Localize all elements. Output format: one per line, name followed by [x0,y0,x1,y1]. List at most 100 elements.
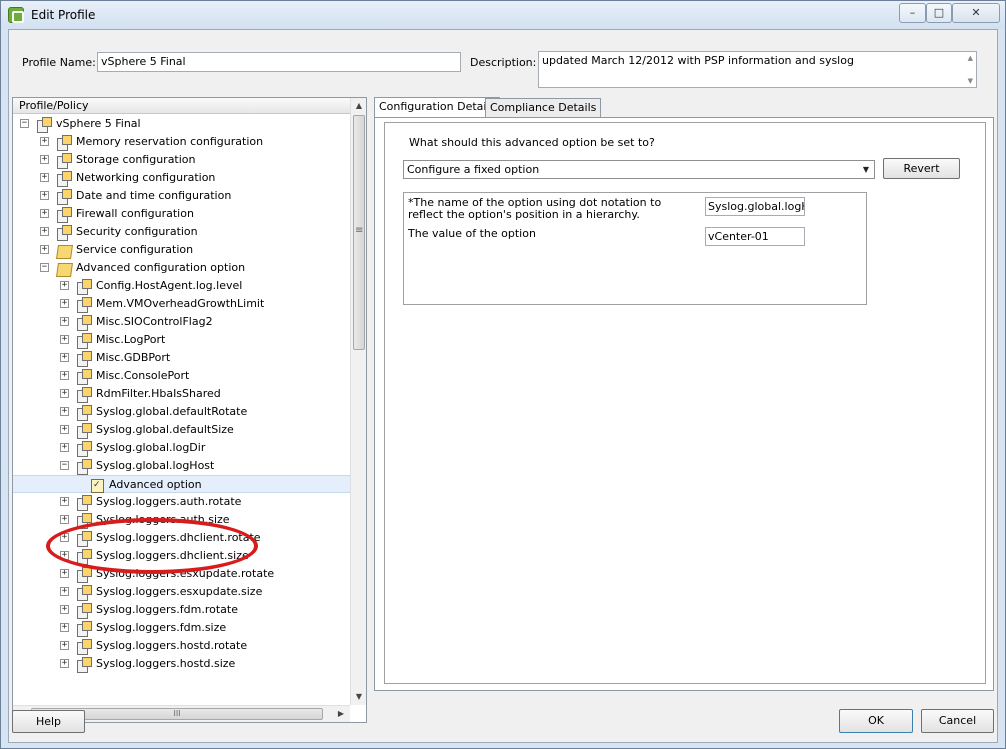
tree-column-header[interactable]: Profile/Policy [13,98,350,114]
expand-icon[interactable]: + [60,281,69,290]
tree-vertical-scrollbar[interactable]: ▲ ▼ [350,98,366,705]
expand-icon[interactable]: + [60,569,69,578]
expand-icon[interactable]: + [60,515,69,524]
tree-item[interactable]: + Storage configuration [13,151,350,169]
revert-button[interactable]: Revert [883,158,960,179]
profile-policy-icon [76,440,92,457]
tree-item[interactable]: + Service configuration [13,241,350,259]
tree-item[interactable]: − Syslog.global.logHost [13,457,350,475]
profile-name-input[interactable]: vSphere 5 Final [97,52,461,72]
tree-item[interactable]: + RdmFilter.HbaIsShared [13,385,350,403]
scroll-up-arrow-icon[interactable]: ▲ [351,98,367,114]
expand-icon[interactable]: + [60,353,69,362]
scroll-right-arrow-icon[interactable]: ▶ [333,706,349,722]
tree-item[interactable]: + Misc.ConsolePort [13,367,350,385]
tree-item[interactable]: + Syslog.loggers.dhclient.size [13,547,350,565]
option-type-select[interactable]: Configure a fixed option ▼ [403,160,875,179]
expand-icon[interactable]: + [60,299,69,308]
expand-icon[interactable]: + [60,497,69,506]
tree-item[interactable]: − vSphere 5 Final [13,115,350,133]
tree-item-label: Misc.LogPort [96,333,166,346]
vertical-scroll-thumb[interactable] [353,115,365,350]
tree-item[interactable]: + Misc.GDBPort [13,349,350,367]
help-button[interactable]: Help [12,710,85,733]
tab-configuration-details[interactable]: Configuration Details [374,97,501,118]
tree-item[interactable]: + Syslog.loggers.dhclient.rotate [13,529,350,547]
expand-icon[interactable]: + [60,641,69,650]
minimize-button[interactable]: – [899,3,926,23]
expand-icon[interactable]: + [60,335,69,344]
collapse-icon[interactable]: − [60,461,69,470]
scroll-down-arrow-icon[interactable]: ▼ [351,689,367,705]
chevron-down-icon[interactable]: ▼ [860,163,872,176]
tree-item[interactable]: + Firewall configuration [13,205,350,223]
tree-item[interactable]: + Syslog.loggers.auth.rotate [13,493,350,511]
tree-item[interactable]: + Security configuration [13,223,350,241]
tree-item[interactable]: + Syslog.global.defaultSize [13,421,350,439]
expand-icon[interactable]: + [40,245,49,254]
app-icon [8,7,24,23]
expand-icon[interactable]: + [60,389,69,398]
tree-item[interactable]: + Syslog.loggers.esxupdate.size [13,583,350,601]
tree-item[interactable]: − Advanced configuration option [13,259,350,277]
ok-button[interactable]: OK [839,709,913,733]
scroll-down-icon[interactable]: ▼ [968,77,973,85]
profile-policy-icon [76,350,92,367]
expand-icon[interactable]: + [60,659,69,668]
tree-item[interactable]: + Networking configuration [13,169,350,187]
expand-icon[interactable]: + [60,551,69,560]
tree-item[interactable]: + Config.HostAgent.log.level [13,277,350,295]
expand-icon[interactable]: + [60,371,69,380]
profile-policy-icon [76,278,92,295]
expand-icon[interactable]: + [40,191,49,200]
tree-item[interactable]: + Syslog.loggers.fdm.rotate [13,601,350,619]
collapse-icon[interactable]: − [20,119,29,128]
tree-item[interactable]: + Syslog.global.defaultRotate [13,403,350,421]
expand-icon[interactable]: + [60,425,69,434]
tree-item[interactable]: + Date and time configuration [13,187,350,205]
scroll-up-icon[interactable]: ▲ [968,54,973,62]
tree-item[interactable]: + Syslog.loggers.hostd.rotate [13,637,350,655]
expand-icon[interactable]: + [60,407,69,416]
tree-item-label: Misc.ConsolePort [96,369,190,382]
tree-item[interactable]: + Mem.VMOverheadGrowthLimit [13,295,350,313]
option-name-input[interactable]: Syslog.global.logHo [705,197,805,216]
expand-icon[interactable]: + [40,209,49,218]
tree-item[interactable]: + Syslog.loggers.esxupdate.rotate [13,565,350,583]
tree-item[interactable]: Advanced option [13,475,350,494]
tree-item-label: Memory reservation configuration [76,135,264,148]
cancel-button[interactable]: Cancel [921,709,994,733]
expand-icon[interactable]: + [60,605,69,614]
title-bar[interactable]: Edit Profile – □ ✕ [1,1,1005,29]
tree-item[interactable]: + Syslog.loggers.fdm.size [13,619,350,637]
expand-icon[interactable]: + [60,623,69,632]
maximize-button[interactable]: □ [926,3,952,23]
tree-item-label: Syslog.loggers.fdm.size [96,621,227,634]
expand-icon[interactable]: + [60,443,69,452]
expand-icon[interactable]: + [40,227,49,236]
profile-policy-icon [76,530,92,547]
tree-item[interactable]: + Memory reservation configuration [13,133,350,151]
tree-item-label: Syslog.loggers.hostd.rotate [96,639,248,652]
expand-icon[interactable]: + [40,155,49,164]
tree-item[interactable]: + Syslog.loggers.auth.size [13,511,350,529]
expand-icon[interactable]: + [60,587,69,596]
profile-policy-icon [76,458,92,475]
collapse-icon[interactable]: − [40,263,49,272]
tree-item[interactable]: + Syslog.loggers.hostd.size [13,655,350,673]
option-name-label: *The name of the option using dot notati… [408,196,662,221]
tree-item[interactable]: + Misc.LogPort [13,331,350,349]
expand-icon[interactable]: + [40,137,49,146]
expand-icon[interactable]: + [60,533,69,542]
option-value-input[interactable]: vCenter-01 [705,227,805,246]
tree-item[interactable]: + Misc.SIOControlFlag2 [13,313,350,331]
profile-policy-icon [76,584,92,601]
profile-policy-icon [76,566,92,583]
profile-policy-icon [76,656,92,673]
tree-item[interactable]: + Syslog.global.logDir [13,439,350,457]
tab-compliance-details[interactable]: Compliance Details [485,98,602,118]
close-button[interactable]: ✕ [952,3,1000,23]
description-textarea[interactable]: updated March 12/2012 with PSP informati… [538,51,977,88]
expand-icon[interactable]: + [40,173,49,182]
expand-icon[interactable]: + [60,317,69,326]
